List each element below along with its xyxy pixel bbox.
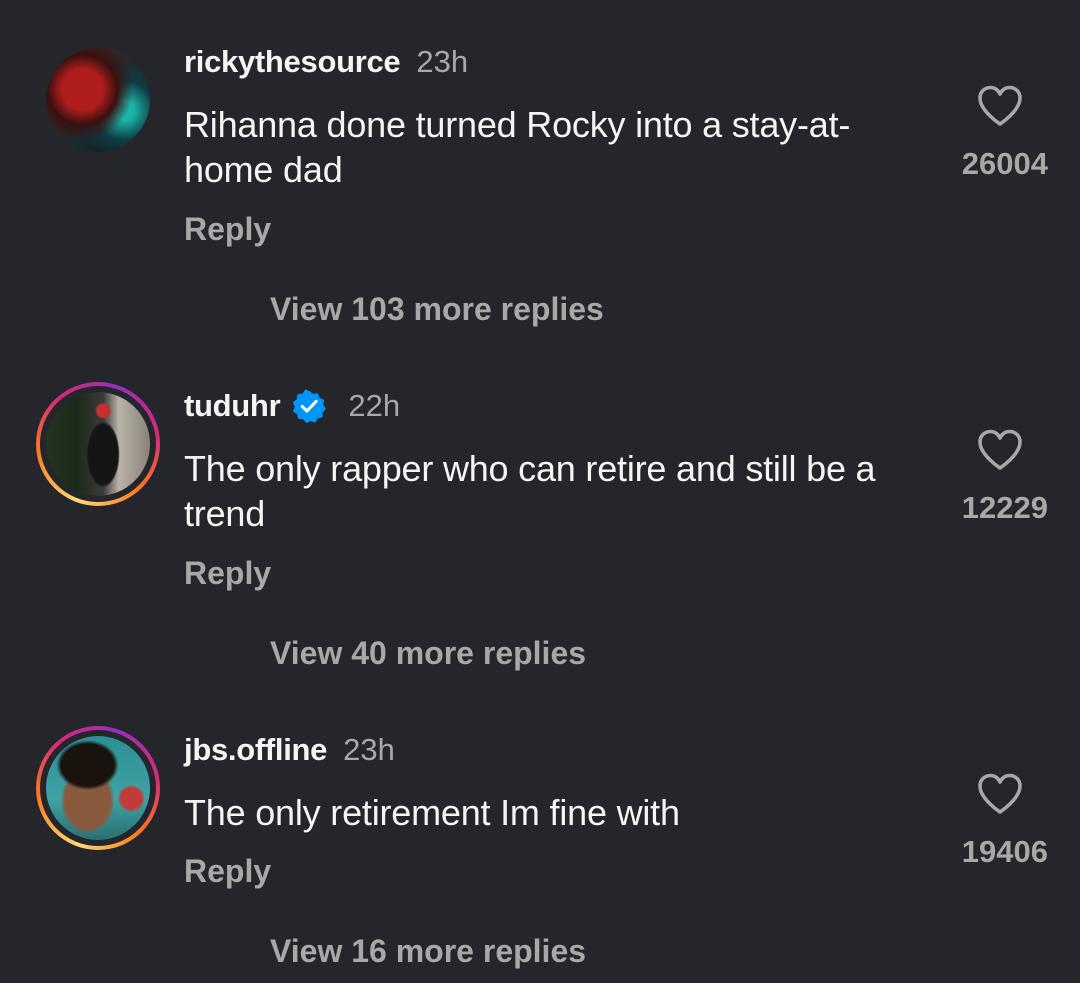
like-button[interactable] xyxy=(940,84,1060,128)
like-count: 19406 xyxy=(961,834,1048,869)
reply-button[interactable]: Reply xyxy=(184,853,271,890)
comment-text: Rihanna done turned Rocky into a stay-at… xyxy=(184,104,851,190)
comment-text: The only rapper who can retire and still… xyxy=(184,448,876,534)
username[interactable]: rickythesource xyxy=(184,44,401,80)
view-more-replies[interactable]: View 16 more replies xyxy=(270,933,586,970)
reply-button[interactable]: Reply xyxy=(184,555,271,592)
view-more-replies[interactable]: View 103 more replies xyxy=(270,291,604,328)
username[interactable]: tuduhr xyxy=(184,388,281,424)
username[interactable]: jbs.offline xyxy=(184,732,327,768)
comment-text: The only retirement Im fine with xyxy=(184,792,680,833)
heart-outline-icon xyxy=(978,85,1022,126)
timestamp: 23h xyxy=(416,44,469,79)
avatar-image xyxy=(46,392,150,496)
avatar[interactable] xyxy=(36,382,160,506)
avatar[interactable] xyxy=(36,726,160,850)
reply-button[interactable]: Reply xyxy=(184,211,271,248)
like-count: 26004 xyxy=(961,146,1048,181)
avatar[interactable] xyxy=(36,48,160,172)
like-button[interactable] xyxy=(940,772,1060,816)
like-button[interactable] xyxy=(940,428,1060,472)
timestamp: 23h xyxy=(343,732,395,767)
verified-badge-icon xyxy=(293,389,327,423)
heart-outline-icon xyxy=(978,773,1022,814)
timestamp: 22h xyxy=(348,388,401,423)
avatar-image xyxy=(46,48,150,152)
avatar-image xyxy=(46,736,150,840)
like-count: 12229 xyxy=(961,490,1048,525)
view-more-replies[interactable]: View 40 more replies xyxy=(270,635,586,672)
heart-outline-icon xyxy=(978,429,1022,470)
